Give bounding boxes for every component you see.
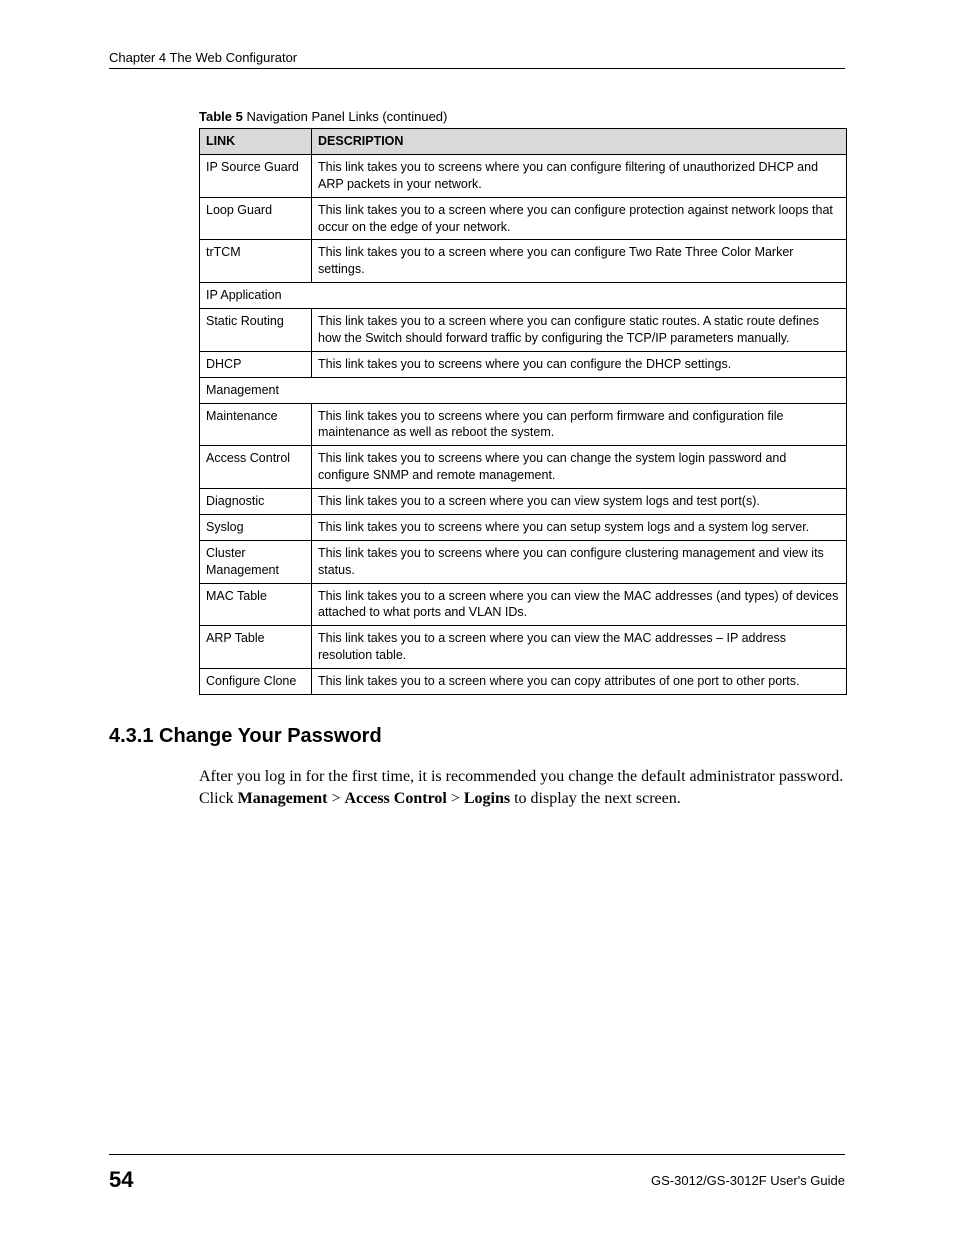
page-number: 54 — [109, 1167, 133, 1193]
breadcrumb-management: Management — [238, 790, 328, 807]
table-row: Management — [200, 377, 847, 403]
table-cell-category: Management — [200, 377, 847, 403]
table-caption: Table 5 Navigation Panel Links (continue… — [199, 109, 845, 124]
table-row: MaintenanceThis link takes you to screen… — [200, 403, 847, 446]
table-cell-category: IP Application — [200, 283, 847, 309]
table-cell-link: ARP Table — [200, 626, 312, 669]
table-cell-description: This link takes you to a screen where yo… — [312, 626, 847, 669]
table-cell-description: This link takes you to screens where you… — [312, 154, 847, 197]
para-text-after: to display the next screen. — [510, 790, 681, 807]
breadcrumb-sep: > — [447, 790, 464, 807]
table-cell-link: Diagnostic — [200, 489, 312, 515]
table-cell-description: This link takes you to a screen where yo… — [312, 197, 847, 240]
section-heading: 4.3.1 Change Your Password — [109, 725, 845, 748]
header-link: LINK — [200, 129, 312, 155]
table-cell-description: This link takes you to screens where you… — [312, 540, 847, 583]
table-cell-description: This link takes you to screens where you… — [312, 351, 847, 377]
table-row: SyslogThis link takes you to screens whe… — [200, 514, 847, 540]
table-cell-link: trTCM — [200, 240, 312, 283]
page-footer: 54 GS-3012/GS-3012F User's Guide — [109, 1154, 845, 1193]
table-cell-description: This link takes you to a screen where yo… — [312, 309, 847, 352]
table-cell-description: This link takes you to screens where you… — [312, 446, 847, 489]
table-header-row: LINK DESCRIPTION — [200, 129, 847, 155]
table-cell-description: This link takes you to screens where you… — [312, 514, 847, 540]
table-row: trTCMThis link takes you to a screen whe… — [200, 240, 847, 283]
table-cell-description: This link takes you to screens where you… — [312, 403, 847, 446]
breadcrumb-access-control: Access Control — [344, 790, 446, 807]
table-row: Configure CloneThis link takes you to a … — [200, 669, 847, 695]
table-cell-link: DHCP — [200, 351, 312, 377]
chapter-title: Chapter 4 The Web Configurator — [109, 50, 845, 65]
table-cell-link: Static Routing — [200, 309, 312, 352]
table-cell-link: Access Control — [200, 446, 312, 489]
table-caption-text: Navigation Panel Links (continued) — [243, 109, 448, 124]
table-row: Cluster ManagementThis link takes you to… — [200, 540, 847, 583]
table-cell-link: Configure Clone — [200, 669, 312, 695]
guide-name: GS-3012/GS-3012F User's Guide — [651, 1173, 845, 1188]
table-cell-description: This link takes you to a screen where yo… — [312, 240, 847, 283]
breadcrumb-sep: > — [327, 790, 344, 807]
page-header: Chapter 4 The Web Configurator — [109, 50, 845, 69]
section-paragraph: After you log in for the first time, it … — [199, 766, 845, 811]
table-cell-link: IP Source Guard — [200, 154, 312, 197]
table-row: ARP TableThis link takes you to a screen… — [200, 626, 847, 669]
table-row: IP Source GuardThis link takes you to sc… — [200, 154, 847, 197]
table-row: IP Application — [200, 283, 847, 309]
table-row: Access ControlThis link takes you to scr… — [200, 446, 847, 489]
table-row: Static RoutingThis link takes you to a s… — [200, 309, 847, 352]
navigation-links-table: LINK DESCRIPTION IP Source GuardThis lin… — [199, 128, 847, 695]
table-cell-description: This link takes you to a screen where yo… — [312, 489, 847, 515]
table-cell-link: Loop Guard — [200, 197, 312, 240]
table-cell-link: Maintenance — [200, 403, 312, 446]
table-cell-description: This link takes you to a screen where yo… — [312, 583, 847, 626]
table-row: DiagnosticThis link takes you to a scree… — [200, 489, 847, 515]
table-cell-description: This link takes you to a screen where yo… — [312, 669, 847, 695]
table-row: Loop GuardThis link takes you to a scree… — [200, 197, 847, 240]
table-cell-link: MAC Table — [200, 583, 312, 626]
table-caption-bold: Table 5 — [199, 109, 243, 124]
table-row: DHCPThis link takes you to screens where… — [200, 351, 847, 377]
breadcrumb-logins: Logins — [464, 790, 510, 807]
table-cell-link: Cluster Management — [200, 540, 312, 583]
header-description: DESCRIPTION — [312, 129, 847, 155]
table-cell-link: Syslog — [200, 514, 312, 540]
table-row: MAC TableThis link takes you to a screen… — [200, 583, 847, 626]
